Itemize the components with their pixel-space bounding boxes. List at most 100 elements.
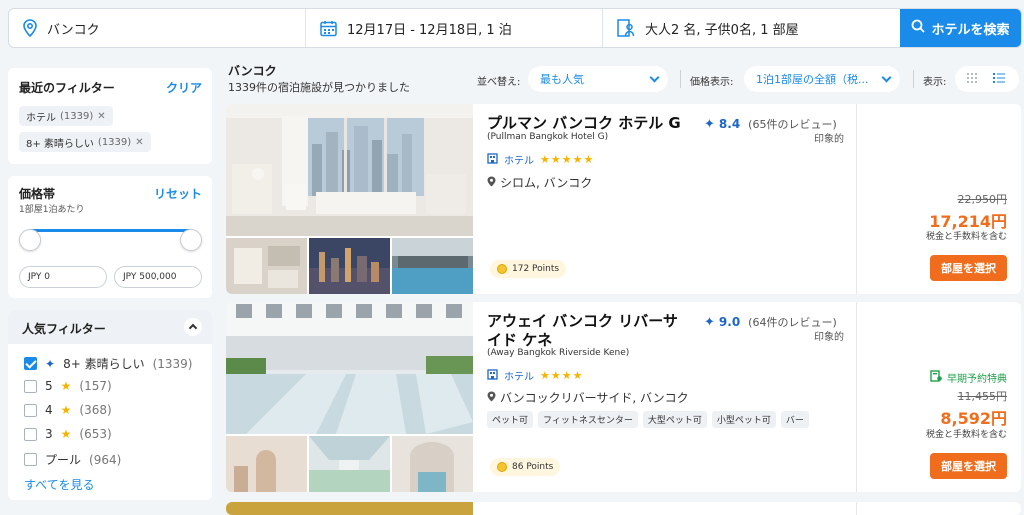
guests-room-icon [617, 19, 635, 37]
select-room-button[interactable]: 部屋を選択 [930, 453, 1007, 479]
price-slider-max-handle[interactable] [180, 229, 202, 251]
amenity-tag: ペット可 [487, 411, 534, 428]
hotel-card[interactable]: プルマン バンコク ホテル G (Pullman Bangkok Hotel G… [226, 104, 1021, 294]
sort-dropdown[interactable]: 最も人気 [528, 66, 668, 92]
price-slider-track[interactable] [30, 229, 190, 232]
hotel-location[interactable]: シロム, バンコク [487, 174, 592, 191]
filter-option-4-star[interactable]: 4 ★ (368) [24, 403, 112, 417]
price-max-input[interactable]: JPY 500,000 [114, 266, 202, 288]
filter-chip-rating[interactable]: 8+ 素晴らしい (1339) ✕ [19, 132, 151, 152]
hotel-name-english: (Pullman Bangkok Hotel G) [487, 132, 609, 142]
hotel-type-label: ホテル [504, 156, 534, 167]
results-city: バンコク [228, 64, 277, 78]
hotel-card[interactable]: アウェイ バンコク リバーサイド ケネ (Away Bangkok Rivers… [226, 302, 1021, 492]
filter-count: (964) [89, 452, 122, 467]
hotel-thumbnail[interactable] [392, 436, 473, 492]
chip-count: (1339) [97, 136, 132, 148]
original-price: 22,950円 [957, 193, 1008, 206]
chip-count: (1339) [60, 110, 94, 122]
price-display-dropdown[interactable]: 1泊1部屋の全額（税... [744, 66, 900, 92]
points-text: 172 Points [512, 264, 560, 274]
checkbox-checked[interactable] [24, 357, 37, 370]
checkbox[interactable] [24, 403, 37, 417]
date-field[interactable]: 12月17日 - 12月18日, 1 泊 [306, 9, 603, 47]
collapse-chevron-icon[interactable] [184, 318, 202, 336]
remove-icon[interactable]: ✕ [97, 111, 105, 122]
rating-text: 印象的 [814, 332, 844, 343]
guests-field[interactable]: 大人2 名, 子供0名, 1 部屋 [603, 9, 900, 47]
price-slider-min-handle[interactable] [19, 229, 41, 251]
chevron-down-icon [881, 72, 892, 83]
checkbox[interactable] [24, 379, 37, 393]
hotel-name[interactable]: アウェイ バンコク リバーサイド ケネ [487, 312, 692, 350]
filter-option-pool[interactable]: プール (964) [24, 451, 121, 468]
hotel-location[interactable]: バンコックリバーサイド, バンコク [487, 389, 689, 406]
reset-price-link[interactable]: リセット [154, 185, 202, 202]
destination-field[interactable]: バンコク [9, 9, 306, 47]
search-icon [911, 19, 926, 37]
see-all-filters-link[interactable]: すべてを見る [24, 476, 94, 493]
star-icon: ★ [60, 379, 72, 393]
tax-note: 税金と手数料を含む [925, 232, 1007, 242]
hotel-main-photo[interactable] [226, 502, 473, 515]
calendar-icon [320, 20, 337, 37]
rating-score: 9.0 [718, 315, 741, 329]
filter-label: 3 [45, 427, 53, 441]
amenity-tags: ペット可 フィットネスセンター 大型ペット可 小型ペット可 バー [487, 411, 809, 428]
hotel-main-photo[interactable] [226, 104, 473, 236]
chip-label: 8+ 素晴らしい [26, 138, 94, 150]
checkbox[interactable] [24, 427, 37, 441]
amenity-tag: 小型ペット可 [711, 411, 776, 428]
recent-filters-title: 最近のフィルター [19, 81, 115, 95]
filter-count: (157) [79, 379, 112, 393]
hotel-star-rating: ★★★★★ [540, 153, 595, 166]
grid-view-icon[interactable] [966, 72, 978, 87]
price-display-value: 1泊1部屋の全額（税... [756, 73, 869, 86]
popular-filters-title: 人気フィルター [22, 322, 106, 336]
coin-icon [497, 264, 507, 274]
remove-icon[interactable]: ✕ [135, 137, 143, 148]
rating-badge-icon: ✦ [704, 116, 715, 132]
price-range-title: 価格帯 [19, 187, 56, 201]
list-view-icon[interactable] [993, 72, 1005, 87]
early-booking-badge: 早期予約特典 [930, 370, 1007, 385]
chevron-down-icon [649, 72, 660, 83]
reward-points-badge: 86 Points [490, 458, 561, 476]
guests-value: 大人2 名, 子供0名, 1 部屋 [645, 22, 799, 38]
filter-label: プール [45, 453, 82, 467]
divider [913, 70, 914, 88]
popular-filters-card: 人気フィルター ✦ 8+ 素晴らしい (1339) 5 ★ (157) 4 ★ … [8, 310, 212, 500]
filter-label: 5 [45, 379, 53, 393]
hotel-name[interactable]: プルマン バンコク ホテル G [487, 114, 692, 133]
view-toggle [955, 66, 1019, 92]
search-hotels-button[interactable]: ホテルを検索 [900, 9, 1021, 47]
filter-count: (368) [79, 403, 112, 417]
filter-option-5-star[interactable]: 5 ★ (157) [24, 379, 112, 393]
rating-badge-icon: ✦ [704, 314, 715, 330]
building-icon [487, 368, 498, 383]
early-booking-label: 早期予約特典 [947, 374, 1007, 385]
filter-option-3-star[interactable]: 3 ★ (653) [24, 427, 112, 441]
clear-filters-link[interactable]: クリア [166, 79, 202, 96]
filter-option-rating[interactable]: ✦ 8+ 素晴らしい (1339) [24, 355, 192, 372]
filter-count: (653) [79, 427, 112, 441]
checkbox[interactable] [24, 453, 37, 466]
early-booking-icon [930, 370, 942, 385]
price-panel: 早期予約特典 11,455円 8,592円 税金と手数料を含む 部屋を選択 [856, 302, 1021, 492]
location-pin-icon [23, 19, 37, 37]
filter-chip-hotel[interactable]: ホテル (1339) ✕ [19, 106, 113, 126]
hotel-thumbnail[interactable] [226, 238, 307, 294]
sort-label: 並べ替え: [477, 77, 521, 88]
hotel-card[interactable] [226, 502, 1021, 515]
filter-label: 8+ 素晴らしい [63, 357, 145, 371]
hotel-thumbnail[interactable] [392, 238, 473, 294]
view-label: 表示: [923, 77, 947, 88]
hotel-thumbnail[interactable] [309, 238, 390, 294]
select-room-button[interactable]: 部屋を選択 [930, 255, 1007, 281]
hotel-main-photo[interactable] [226, 302, 473, 434]
location-text: シロム, バンコク [500, 176, 593, 190]
hotel-thumbnail[interactable] [309, 436, 390, 492]
price-min-input[interactable]: JPY 0 [19, 266, 107, 288]
tax-note: 税金と手数料を含む [925, 430, 1007, 440]
hotel-thumbnail[interactable] [226, 436, 307, 492]
